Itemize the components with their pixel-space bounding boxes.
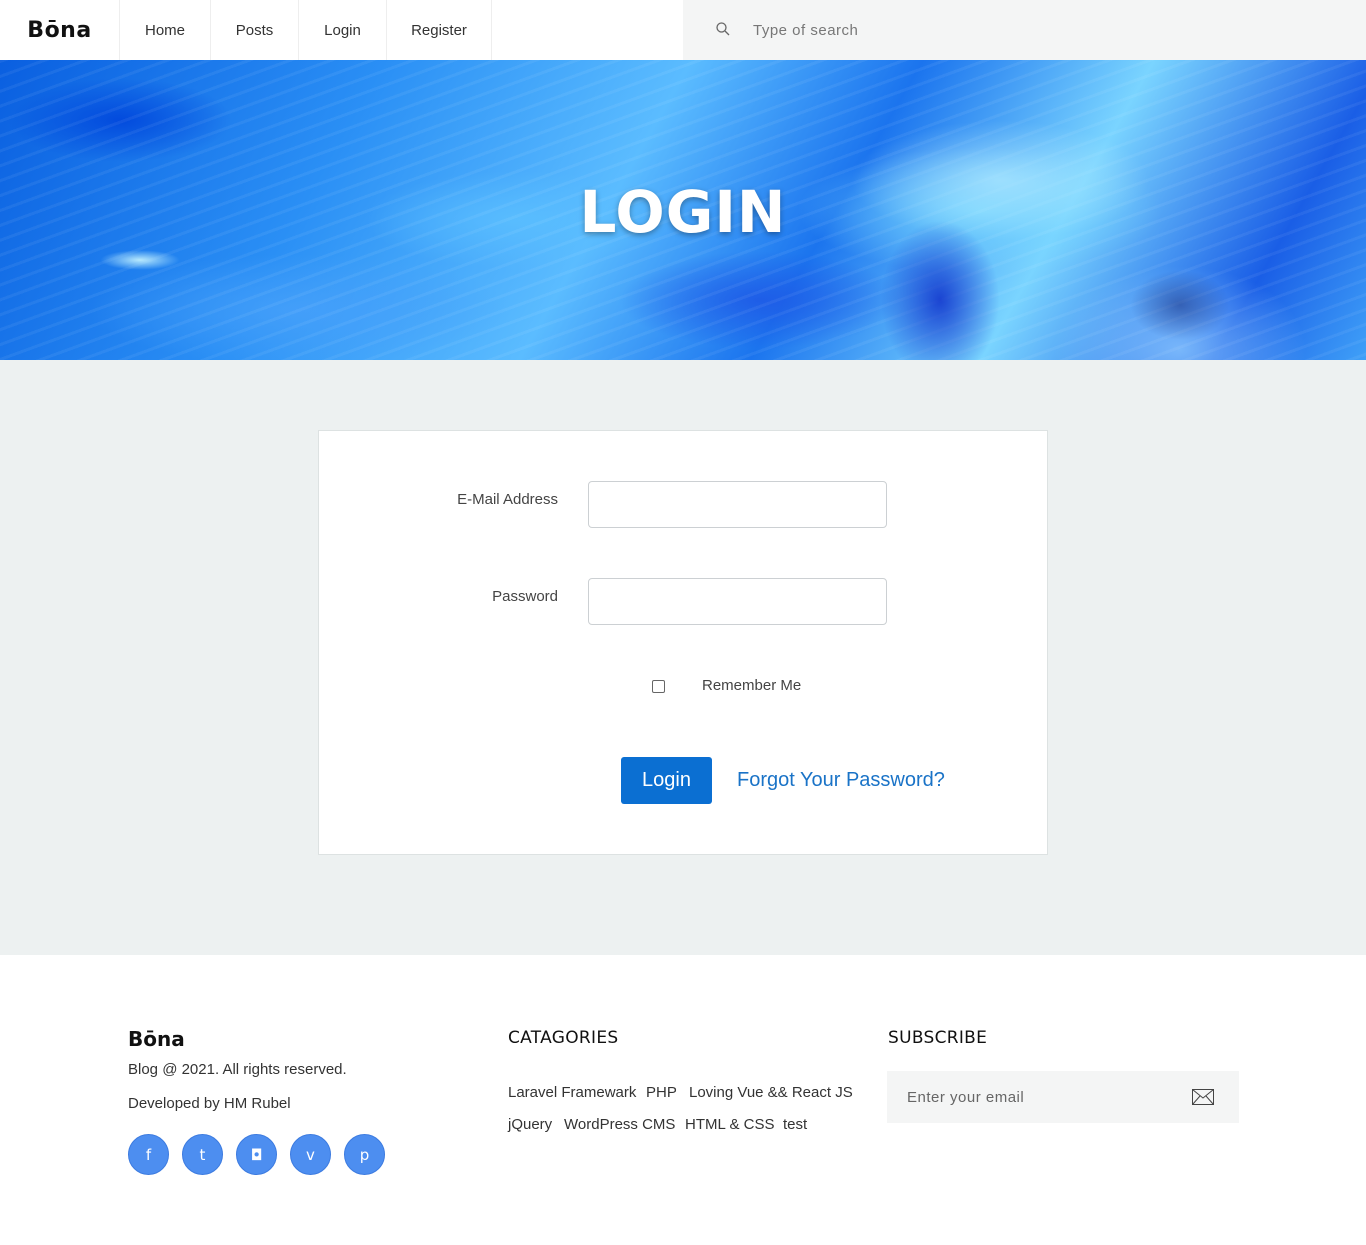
social-links: f t ◘ v p xyxy=(128,1134,398,1175)
instagram-icon[interactable]: ◘ xyxy=(236,1134,277,1175)
forgot-password-link[interactable]: Forgot Your Password? xyxy=(737,769,945,792)
search-input[interactable] xyxy=(753,15,1313,45)
top-header: Bōna Home Posts Login Register xyxy=(0,0,1366,60)
site-logo[interactable]: Bōna xyxy=(0,0,120,60)
subscribe-form xyxy=(887,1071,1239,1123)
hero-banner: LOGIN xyxy=(0,60,1366,360)
copyright-text: Blog @ 2021. All rights reserved. xyxy=(128,1061,347,1078)
category-link[interactable]: test xyxy=(783,1116,807,1133)
category-link[interactable]: HTML & CSS xyxy=(685,1116,774,1133)
password-label: Password xyxy=(492,588,558,605)
email-field[interactable] xyxy=(588,481,887,528)
main-nav: Home Posts Login Register xyxy=(120,0,492,60)
developer-text: Developed by HM Rubel xyxy=(128,1095,291,1112)
search-icon[interactable] xyxy=(715,21,731,37)
site-footer: Bōna Blog @ 2021. All rights reserved. D… xyxy=(0,955,1366,1245)
remember-me-checkbox[interactable] xyxy=(652,680,665,693)
nav-item-posts[interactable]: Posts xyxy=(211,0,299,60)
email-label: E-Mail Address xyxy=(457,491,558,508)
categories-heading: CATAGORIES xyxy=(508,1028,619,1048)
category-link[interactable]: PHP xyxy=(646,1084,677,1101)
nav-item-register[interactable]: Register xyxy=(387,0,492,60)
category-link[interactable]: Loving Vue && React JS xyxy=(689,1084,853,1101)
page-title: LOGIN xyxy=(579,178,787,246)
subscribe-email-input[interactable] xyxy=(907,1084,1177,1110)
category-link[interactable]: WordPress CMS xyxy=(564,1116,675,1133)
nav-item-login[interactable]: Login xyxy=(299,0,387,60)
password-field[interactable] xyxy=(588,578,887,625)
main-content: E-Mail Address Password Remember Me Logi… xyxy=(0,360,1366,955)
pinterest-icon[interactable]: p xyxy=(344,1134,385,1175)
vimeo-icon[interactable]: v xyxy=(290,1134,331,1175)
twitter-icon[interactable]: t xyxy=(182,1134,223,1175)
nav-item-home[interactable]: Home xyxy=(120,0,211,60)
remember-me-label[interactable]: Remember Me xyxy=(702,677,801,694)
login-button[interactable]: Login xyxy=(621,757,712,804)
mail-icon[interactable] xyxy=(1192,1089,1214,1105)
subscribe-heading: SUBSCRIBE xyxy=(888,1028,988,1048)
facebook-icon[interactable]: f xyxy=(128,1134,169,1175)
footer-logo[interactable]: Bōna xyxy=(128,1027,185,1051)
search-bar xyxy=(683,0,1366,60)
category-link[interactable]: Laravel Framewark xyxy=(508,1084,636,1101)
login-card: E-Mail Address Password Remember Me Logi… xyxy=(318,430,1048,855)
category-link[interactable]: jQuery xyxy=(508,1116,552,1133)
